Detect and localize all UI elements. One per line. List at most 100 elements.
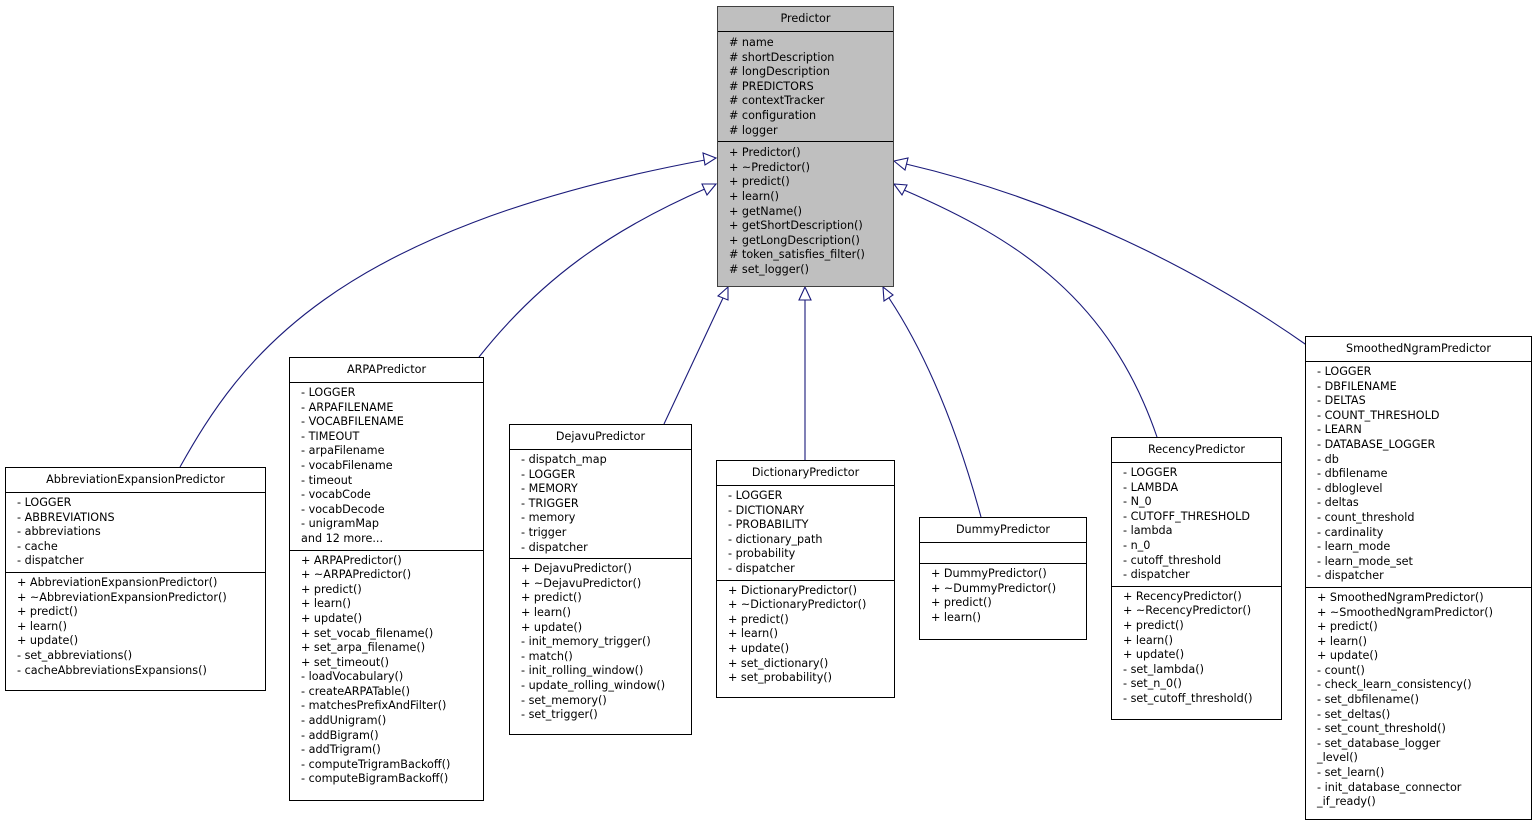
method-item: + SmoothedNgramPredictor() — [1317, 590, 1484, 604]
attribute-item: - VOCABFILENAME — [301, 415, 404, 429]
method-item: + update() — [728, 641, 790, 655]
attribute-item: - cache — [17, 539, 58, 553]
class-predictor[interactable]: Predictor # name # shortDescription # long… — [717, 6, 894, 287]
attributes: - LOGGER - LAMBDA - N_0- CUTOFF_THRESHOLD -… — [1112, 463, 1281, 587]
attribute-item: - probability — [728, 547, 796, 561]
method-item: - matchesPrefixAndFilter() — [301, 699, 447, 713]
attribute-item: - count_threshold — [1317, 510, 1415, 524]
attribute-item: - PROBABILITY — [728, 518, 809, 532]
class-recency-predictor[interactable]: RecencyPredictor - LOGGER - LAMBDA - N_0- … — [1111, 437, 1282, 720]
attribute-item: - dispatcher — [1317, 569, 1384, 583]
method-item: + update() — [1123, 648, 1185, 662]
method-item: + update() — [301, 611, 363, 625]
attribute-item: - TRIGGER — [521, 496, 579, 510]
attributes: - LOGGER - ABBREVIATIONS - abbreviations - … — [6, 493, 265, 573]
method-item: + learn() — [728, 627, 778, 641]
method-item: + ~ARPAPredictor() — [301, 568, 412, 582]
method-item: - set_database_logger — [1317, 736, 1441, 750]
method-item: # set_logger() — [729, 262, 809, 276]
attribute-item: - arpaFilename — [301, 444, 385, 458]
class-name: RecencyPredictor — [1112, 438, 1281, 463]
method-item: + predict() — [1123, 618, 1184, 632]
class-name: SmoothedNgramPredictor — [1306, 337, 1531, 362]
method-item: - addTrigram() — [301, 743, 381, 757]
attribute-item: - LOGGER — [17, 496, 72, 509]
class-abbreviation-expansion-predictor[interactable]: AbbreviationExpansionPredictor - LOGGER -… — [5, 467, 266, 691]
class-smoothed-ngram-predictor[interactable]: SmoothedNgramPredictor - LOGGER - DBFILEN… — [1305, 336, 1532, 820]
method-item: - update_rolling_window() — [521, 678, 666, 692]
method-item: - count() — [1317, 663, 1365, 677]
class-name: DictionaryPredictor — [717, 461, 894, 486]
method-item: - set_learn() — [1317, 766, 1385, 780]
method-item: + update() — [17, 634, 79, 648]
method-item: + DejavuPredictor() — [521, 562, 632, 576]
class-dictionary-predictor[interactable]: DictionaryPredictor - LOGGER - DICTIONARY… — [716, 460, 895, 698]
attribute-item: - learn_mode — [1317, 540, 1391, 554]
method-item: _level() — [1317, 751, 1358, 765]
attribute-item: - ABBREVIATIONS — [17, 510, 115, 524]
arrowhead-recency — [892, 183, 908, 197]
method-item: - set_lambda() — [1123, 662, 1204, 676]
attributes — [920, 543, 1086, 564]
method-item: - set_deltas() — [1317, 707, 1391, 721]
method-item: + ~DummyPredictor() — [931, 581, 1057, 595]
attribute-item: - ARPAFILENAME — [301, 400, 394, 414]
method-item: + learn() — [17, 619, 67, 633]
attribute-item: - CUTOFF_THRESHOLD — [1123, 509, 1250, 523]
methods: + DictionaryPredictor() + ~DictionaryPred… — [717, 581, 894, 689]
methods: + DejavuPredictor() + ~DejavuPredictor() +… — [510, 559, 691, 726]
method-item: - createARPATable() — [301, 684, 411, 698]
attributes: # name # shortDescription # longDescriptio… — [718, 32, 893, 143]
attribute-item: - DELTAS — [1317, 394, 1366, 408]
attribute-item: - dbfilename — [1317, 467, 1388, 481]
attribute-item: - DICTIONARY — [728, 503, 805, 517]
attribute-item: - abbreviations — [17, 525, 101, 539]
method-item: + ~DejavuPredictor() — [521, 576, 642, 590]
attribute-item: - LOGGER — [301, 386, 356, 399]
class-dejavu-predictor[interactable]: DejavuPredictor - dispatch_map - LOGGER - … — [509, 424, 692, 735]
attribute-item: - DBFILENAME — [1317, 379, 1397, 393]
method-item: - set_count_threshold() — [1317, 722, 1446, 736]
edge-dummy-to-predictor — [888, 297, 982, 518]
class-dummy-predictor[interactable]: DummyPredictor + DummyPredictor() + ~Dumm… — [919, 517, 1087, 640]
edge-dejavu-to-predictor — [663, 297, 724, 425]
method-item: + predict() — [729, 175, 790, 189]
attributes: - LOGGER - ARPAFILENAME - VOCABFILENAME - T… — [290, 383, 483, 551]
method-item: - cacheAbbreviationsExpansions() — [17, 663, 207, 677]
method-item: + set_vocab_filename() — [301, 626, 434, 640]
method-item: + set_timeout() — [301, 655, 389, 669]
method-item: + predict() — [931, 596, 992, 610]
class-arpa-predictor[interactable]: ARPAPredictor - LOGGER - ARPAFILENAME - VO… — [289, 357, 484, 801]
edge-arpa-to-predictor — [478, 187, 708, 358]
attribute-item: # name — [729, 36, 774, 49]
method-item: + predict() — [1317, 620, 1378, 634]
method-item: - set_n_0() — [1123, 677, 1182, 691]
attribute-item: - db — [1317, 452, 1339, 466]
method-item: + learn() — [931, 610, 981, 624]
method-item: - check_learn_consistency() — [1317, 678, 1472, 692]
attributes: - LOGGER - DBFILENAME - DELTAS - COUNT_THRE… — [1306, 362, 1531, 588]
method-item: _if_ready() — [1317, 795, 1376, 809]
method-item: - init_database_connector — [1317, 780, 1462, 794]
method-item: + getName() — [729, 204, 803, 218]
method-item: - set_abbreviations() — [17, 648, 133, 662]
method-item: + set_arpa_filename() — [301, 641, 426, 655]
method-item: - computeTrigramBackoff() — [301, 757, 451, 771]
method-item: + DummyPredictor() — [931, 567, 1047, 580]
attribute-item: # contextTracker — [729, 94, 825, 108]
attribute-item: - N_0 — [1123, 495, 1152, 509]
edge-smoothed-to-predictor — [905, 163, 1309, 347]
method-item: + DictionaryPredictor() — [728, 583, 858, 597]
attribute-item: # configuration — [729, 108, 817, 122]
attribute-item: # PREDICTORS — [729, 79, 814, 93]
arrowhead-abbrev — [702, 152, 718, 166]
method-item: + update() — [521, 620, 583, 634]
attribute-item: # longDescription — [729, 65, 830, 79]
attribute-item: - LAMBDA — [1123, 480, 1179, 494]
method-item: - set_trigger() — [521, 708, 598, 722]
method-item: + AbbreviationExpansionPredictor() — [17, 575, 218, 589]
arrowhead-arpa — [701, 183, 718, 197]
method-item: + ~DictionaryPredictor() — [728, 598, 867, 612]
method-item: # token_satisfies_filter() — [729, 248, 865, 262]
method-item: + ~AbbreviationExpansionPredictor() — [17, 590, 227, 604]
